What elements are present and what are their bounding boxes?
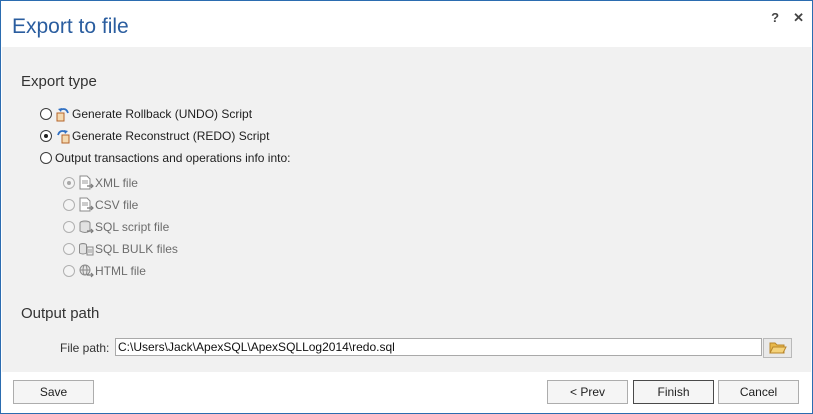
sql-script-file-icon bbox=[79, 220, 94, 234]
option-label: Output transactions and operations info … bbox=[55, 151, 291, 165]
content-panel: Export type Generate Rollback (UNDO) Scr… bbox=[2, 47, 811, 372]
title-buttons: ? ✕ bbox=[771, 10, 804, 26]
radio-xml-file bbox=[63, 177, 75, 189]
close-button[interactable]: ✕ bbox=[793, 10, 804, 26]
html-file-icon bbox=[79, 264, 94, 278]
option-reconstruct-redo[interactable]: Generate Reconstruct (REDO) Script bbox=[40, 128, 269, 144]
finish-button[interactable]: Finish bbox=[633, 380, 714, 404]
radio-rollback[interactable] bbox=[40, 108, 52, 120]
browse-button[interactable] bbox=[763, 338, 792, 358]
option-label: Generate Rollback (UNDO) Script bbox=[72, 107, 253, 121]
suboption-sql-bulk-files: SQL BULK files bbox=[63, 241, 178, 257]
radio-output-transactions[interactable] bbox=[40, 152, 52, 164]
radio-html-file bbox=[63, 265, 75, 277]
suboption-html-file: HTML file bbox=[63, 263, 146, 279]
radio-sql-script-file bbox=[63, 221, 75, 233]
option-rollback-undo[interactable]: Generate Rollback (UNDO) Script bbox=[40, 106, 252, 122]
file-path-label: File path: bbox=[60, 341, 110, 355]
suboption-label: CSV file bbox=[95, 198, 139, 212]
suboption-csv-file: CSV file bbox=[63, 197, 138, 213]
undo-script-icon bbox=[56, 108, 69, 122]
option-label: Generate Reconstruct (REDO) Script bbox=[72, 129, 270, 143]
suboption-sql-script-file: SQL script file bbox=[63, 219, 169, 235]
radio-sql-bulk-files bbox=[63, 243, 75, 255]
csv-file-icon bbox=[79, 197, 94, 212]
radio-reconstruct[interactable] bbox=[40, 130, 52, 142]
file-path-input[interactable] bbox=[115, 338, 762, 356]
folder-open-icon bbox=[768, 342, 787, 354]
radio-csv-file bbox=[63, 199, 75, 211]
suboption-xml-file: XML file bbox=[63, 175, 138, 191]
output-path-heading: Output path bbox=[21, 305, 100, 322]
help-button[interactable]: ? bbox=[771, 10, 779, 26]
option-output-transactions[interactable]: Output transactions and operations info … bbox=[40, 150, 290, 166]
export-dialog: Export to file ? ✕ Export type Generate … bbox=[0, 0, 813, 414]
suboption-label: SQL BULK files bbox=[95, 242, 178, 256]
cancel-button[interactable]: Cancel bbox=[718, 380, 799, 404]
sql-bulk-files-icon bbox=[79, 243, 94, 256]
dialog-title: Export to file bbox=[12, 15, 129, 38]
export-type-heading: Export type bbox=[21, 73, 97, 90]
suboption-label: HTML file bbox=[95, 264, 146, 278]
suboption-label: XML file bbox=[95, 176, 138, 190]
redo-script-icon bbox=[57, 130, 70, 144]
xml-file-icon bbox=[79, 175, 94, 190]
suboption-label: SQL script file bbox=[95, 220, 170, 234]
save-button[interactable]: Save bbox=[13, 380, 94, 404]
prev-button[interactable]: < Prev bbox=[547, 380, 628, 404]
